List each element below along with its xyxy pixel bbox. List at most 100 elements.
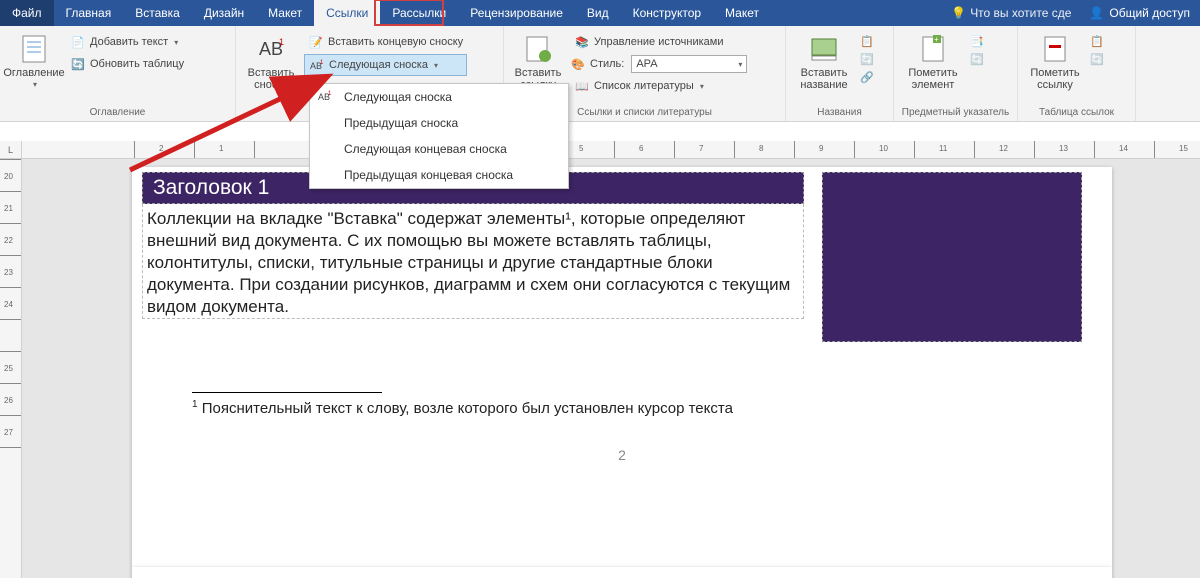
citation-icon: [522, 33, 554, 65]
chevron-down-icon: ▾: [434, 61, 438, 70]
update-toa-icon[interactable]: 🔄: [1090, 53, 1110, 69]
toc-label: Оглавление: [3, 67, 64, 79]
page-number: 2: [132, 447, 1112, 463]
update-icon: 🔄: [70, 56, 86, 72]
horizontal-ruler[interactable]: 2112345678910111213141516171819: [22, 141, 1200, 159]
mark-entry-label: Пометить элемент: [908, 67, 957, 91]
insert-index-icon[interactable]: 📑: [970, 35, 990, 51]
add-text-button[interactable]: 📄 Добавить текст ▾: [66, 32, 188, 52]
citation-style-select[interactable]: APA ▾: [631, 55, 747, 73]
svg-text:+: +: [934, 35, 939, 44]
insert-caption-label: Вставить название: [800, 67, 847, 91]
insert-caption-button[interactable]: Вставить название: [792, 29, 856, 91]
chevron-down-icon: ▾: [33, 81, 37, 90]
dd-next-footnote[interactable]: AB1 Следующая сноска: [310, 84, 568, 110]
tab-home[interactable]: Главная: [54, 0, 124, 26]
update-index-icon[interactable]: 🔄: [970, 53, 990, 69]
tab-view[interactable]: Вид: [575, 0, 621, 26]
next-footnote-icon: AB1: [318, 89, 334, 105]
tab-design[interactable]: Дизайн: [192, 0, 256, 26]
svg-text:1: 1: [320, 60, 324, 66]
footnote-separator: [192, 392, 382, 393]
share-label: Общий доступ: [1109, 6, 1190, 20]
next-footnote-icon: AB1: [309, 57, 325, 73]
add-text-label: Добавить текст: [90, 36, 168, 48]
insert-endnote-label: Вставить концевую сноску: [328, 36, 463, 48]
ribbon-tabs: Файл Главная Вставка Дизайн Макет Ссылки…: [0, 0, 1200, 26]
tab-references[interactable]: Ссылки: [314, 0, 380, 26]
next-footnote-button[interactable]: AB1 Следующая сноска ▾: [304, 54, 467, 76]
dd-prev-endnote[interactable]: Предыдущая концевая сноска: [310, 162, 568, 188]
insert-endnote-button[interactable]: 📝 Вставить концевую сноску: [304, 32, 467, 52]
tab-file[interactable]: Файл: [0, 0, 54, 26]
tab-table-layout[interactable]: Макет: [713, 0, 771, 26]
caption-icon: [808, 33, 840, 65]
group-label-toa: Таблица ссылок: [1024, 105, 1129, 121]
lightbulb-icon: 💡: [951, 6, 966, 20]
footnote-text[interactable]: 1 Пояснительный текст к слову, возле кот…: [132, 399, 1112, 417]
next-footnote-dropdown: AB1 Следующая сноска Предыдущая сноска С…: [309, 83, 569, 189]
tell-me-search[interactable]: 💡 Что вы хотите сде: [943, 0, 1079, 26]
update-caption-icon[interactable]: 🔄: [860, 53, 880, 69]
ruler-corner[interactable]: L: [0, 141, 22, 159]
toc-button[interactable]: Оглавление ▾: [6, 29, 62, 90]
chevron-down-icon: ▾: [174, 38, 178, 47]
bibliography-button[interactable]: 📖 Список литературы ▾: [570, 76, 747, 96]
style-value: APA: [636, 58, 657, 70]
manage-sources-button[interactable]: 📚 Управление источниками: [570, 32, 747, 52]
next-footnote-label: Следующая сноска: [329, 59, 428, 71]
tell-me-label: Что вы хотите сде: [970, 6, 1071, 20]
footnote-body: Пояснительный текст к слову, возле котор…: [202, 400, 733, 417]
svg-text:1: 1: [279, 37, 284, 47]
style-label-btn: 🎨 Стиль:: [570, 54, 628, 74]
tab-insert[interactable]: Вставка: [123, 0, 192, 26]
mark-citation-icon: [1039, 33, 1071, 65]
cross-ref-icon[interactable]: 🔗: [860, 71, 880, 87]
document-area[interactable]: Заголовок 1 Коллекции на вкладке "Вставк…: [22, 159, 1200, 578]
insert-toa-icon[interactable]: 📋: [1090, 35, 1110, 51]
group-index: + Пометить элемент 📑 🔄 Предметный указат…: [894, 26, 1018, 121]
document-page-next[interactable]: [132, 567, 1112, 578]
mark-entry-button[interactable]: + Пометить элемент: [900, 29, 966, 91]
share-icon: 👤: [1089, 6, 1104, 20]
group-captions: Вставить название 📋 🔄 🔗 Названия: [786, 26, 894, 121]
insert-footnote-button[interactable]: AB1 Вставить сноску: [242, 29, 300, 91]
mark-citation-button[interactable]: Пометить ссылку: [1024, 29, 1086, 91]
insert-footnote-label: Вставить сноску: [248, 67, 295, 91]
dd-next-endnote[interactable]: Следующая концевая сноска: [310, 136, 568, 162]
document-page[interactable]: Заголовок 1 Коллекции на вкладке "Вставк…: [132, 167, 1112, 567]
svg-text:1: 1: [328, 91, 332, 97]
group-toa: Пометить ссылку 📋 🔄 Таблица ссылок: [1018, 26, 1136, 121]
sidebar-shape[interactable]: [822, 172, 1082, 342]
tab-mailings[interactable]: Рассылки: [380, 0, 458, 26]
vertical-ruler[interactable]: 2021222324252627: [0, 159, 22, 578]
table-figures-icon[interactable]: 📋: [860, 35, 880, 51]
dd-prev-footnote[interactable]: Предыдущая сноска: [310, 110, 568, 136]
group-toc: Оглавление ▾ 📄 Добавить текст ▾ 🔄 Обнови…: [0, 26, 236, 121]
group-label-index: Предметный указатель: [900, 105, 1011, 121]
toc-icon: [18, 33, 50, 65]
update-table-button[interactable]: 🔄 Обновить таблицу: [66, 54, 188, 74]
mark-citation-label: Пометить ссылку: [1030, 67, 1079, 91]
add-text-icon: 📄: [70, 34, 86, 50]
tab-review[interactable]: Рецензирование: [458, 0, 575, 26]
tab-layout[interactable]: Макет: [256, 0, 314, 26]
bibliography-label: Список литературы: [594, 80, 694, 92]
manage-sources-icon: 📚: [574, 34, 590, 50]
chevron-down-icon: ▾: [700, 82, 704, 91]
manage-sources-label: Управление источниками: [594, 36, 723, 48]
body-paragraph[interactable]: Коллекции на вкладке "Вставка" содержат …: [142, 204, 804, 319]
tab-table-design[interactable]: Конструктор: [621, 0, 713, 26]
dd-item-label: Следующая сноска: [344, 90, 452, 104]
footnote-icon: AB1: [255, 33, 287, 65]
mark-entry-icon: +: [917, 33, 949, 65]
group-label-toc: Оглавление: [6, 105, 229, 121]
ribbon: Оглавление ▾ 📄 Добавить текст ▾ 🔄 Обнови…: [0, 26, 1200, 122]
group-label-captions: Названия: [792, 105, 887, 121]
endnote-icon: 📝: [308, 34, 324, 50]
footnote-number: 1: [192, 399, 198, 410]
style-icon: 🎨: [570, 56, 586, 72]
chevron-down-icon: ▾: [738, 60, 742, 69]
style-label: Стиль:: [590, 58, 624, 70]
share-button[interactable]: 👤 Общий доступ: [1079, 0, 1200, 26]
